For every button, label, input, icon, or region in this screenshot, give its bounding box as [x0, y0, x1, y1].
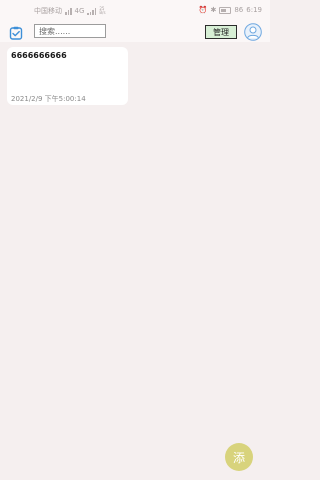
- note-card[interactable]: 6666666666 2021/2/9 下午5:00:14: [7, 47, 128, 105]
- add-note-button[interactable]: 添: [225, 443, 253, 471]
- net-speed: 25 B/s: [99, 7, 105, 15]
- status-bar: 中国移动 4G 25 B/s ⏰ ✱ 86 6:19: [0, 0, 270, 22]
- net-speed-unit: B/s: [99, 10, 106, 15]
- user-avatar-icon[interactable]: [244, 23, 262, 41]
- alarm-icon: ⏰: [198, 6, 208, 14]
- note-title: 6666666666: [11, 51, 67, 60]
- status-time: 6:19: [246, 6, 262, 14]
- battery-icon: [219, 6, 232, 14]
- wifi-icon: [65, 7, 72, 15]
- note-date: 2021/2/9 下午5:00:14: [11, 95, 86, 103]
- manage-button[interactable]: 管理: [205, 25, 237, 39]
- network-type-label: 4G: [74, 7, 85, 15]
- status-left: 中国移动 4G 25 B/s: [34, 6, 106, 16]
- battery-percent: 86: [234, 6, 244, 14]
- status-right: ⏰ ✱ 86 6:19: [199, 6, 262, 14]
- bluetooth-icon: ✱: [210, 6, 217, 14]
- carrier-label: 中国移动: [34, 7, 62, 15]
- clipboard-check-icon[interactable]: [9, 25, 23, 40]
- search-input[interactable]: [34, 24, 106, 38]
- signal-icon: [87, 7, 97, 15]
- top-bar: 管理: [0, 22, 270, 42]
